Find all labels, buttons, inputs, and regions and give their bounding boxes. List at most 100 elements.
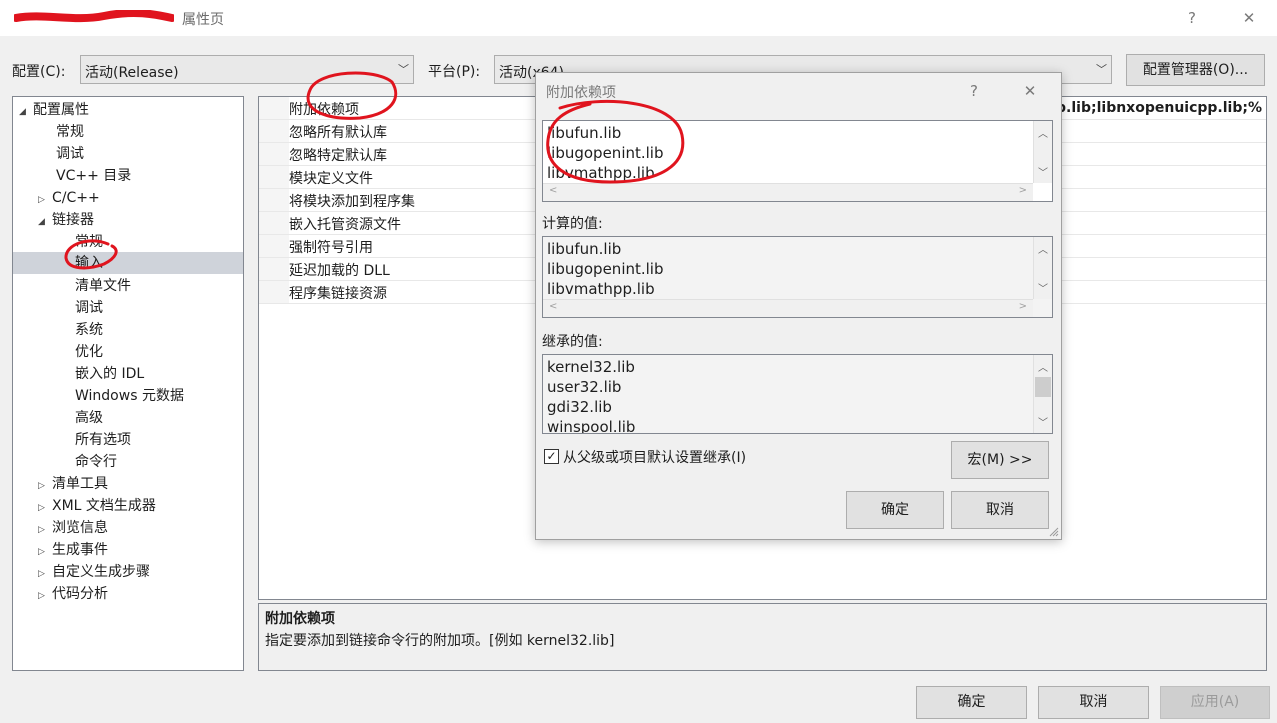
- grid-gutter: [259, 97, 289, 119]
- property-tree[interactable]: ◢ 配置属性 常规 调试 VC++ 目录 ▷ C/C++ ◢ 链接器 常规 输入 清单…: [12, 96, 244, 671]
- grid-gutter: [259, 258, 289, 280]
- scroll-up-icon[interactable]: ︿: [1034, 359, 1052, 374]
- dialog-cancel-button[interactable]: 取消: [951, 491, 1049, 529]
- chevron-down-icon: ﹀: [398, 63, 409, 76]
- chevron-down-icon: ﹀: [1096, 63, 1107, 76]
- vertical-scrollbar[interactable]: ︿ ﹀: [1033, 121, 1052, 183]
- tree-item-browse-info[interactable]: ▷ 浏览信息: [38, 517, 108, 539]
- collapsed-icon[interactable]: ▷: [38, 541, 52, 563]
- tree-item-general[interactable]: 常规: [56, 121, 84, 143]
- collapsed-icon[interactable]: ▷: [38, 497, 52, 519]
- inherited-line: winspool.lib: [547, 418, 636, 434]
- tree-item-custom-build-step[interactable]: ▷ 自定义生成步骤: [38, 561, 150, 583]
- dialog-ok-button[interactable]: 确定: [846, 491, 944, 529]
- edit-line[interactable]: libvmathpp.lib: [547, 164, 655, 182]
- dialog-title: 附加依赖项: [546, 85, 616, 101]
- horizontal-scrollbar[interactable]: < >: [543, 183, 1033, 201]
- scroll-right-icon[interactable]: >: [1019, 185, 1027, 196]
- config-select[interactable]: 活动(Release) ﹀: [80, 55, 414, 84]
- description-title: 附加依赖项: [265, 611, 335, 627]
- tree-item-linker-debugging[interactable]: 调试: [75, 297, 103, 319]
- inherited-line: kernel32.lib: [547, 358, 635, 376]
- macro-button[interactable]: 宏(M) >>: [951, 441, 1049, 479]
- tree-item-code-analysis[interactable]: ▷ 代码分析: [38, 583, 108, 605]
- scroll-down-icon[interactable]: ﹀: [1034, 164, 1052, 179]
- collapsed-icon[interactable]: ▷: [38, 563, 52, 585]
- inherited-line: gdi32.lib: [547, 398, 612, 416]
- additional-dependencies-dialog: 附加依赖项 ? ✕ libufun.lib libugopenint.lib l…: [535, 72, 1062, 540]
- computed-line: libugopenint.lib: [547, 260, 664, 278]
- grid-row-name: 忽略特定默认库: [289, 148, 387, 164]
- platform-label: 平台(P):: [428, 64, 481, 80]
- computed-values-label: 计算的值:: [542, 216, 603, 232]
- scroll-left-icon[interactable]: <: [549, 185, 557, 196]
- scroll-right-icon[interactable]: >: [1019, 301, 1027, 312]
- tree-item-debugging[interactable]: 调试: [56, 143, 84, 165]
- tree-item-linker[interactable]: ◢ 链接器: [38, 209, 94, 231]
- scroll-down-icon[interactable]: ﹀: [1034, 414, 1052, 429]
- tree-item-system[interactable]: 系统: [75, 319, 103, 341]
- tree-item-xml-doc[interactable]: ▷ XML 文档生成器: [38, 495, 156, 517]
- help-icon[interactable]: ?: [1177, 6, 1207, 30]
- expanded-icon[interactable]: ◢: [19, 101, 33, 123]
- help-icon[interactable]: ?: [960, 79, 988, 103]
- close-icon[interactable]: ✕: [1234, 6, 1264, 30]
- tree-item-windows-metadata[interactable]: Windows 元数据: [75, 385, 184, 407]
- computed-line: libufun.lib: [547, 240, 622, 258]
- tree-item-manifest-tool[interactable]: ▷ 清单工具: [38, 473, 108, 495]
- resize-grip-icon[interactable]: [1049, 527, 1059, 537]
- collapsed-icon[interactable]: ▷: [38, 475, 52, 497]
- grid-gutter: [259, 166, 289, 188]
- grid-row-name: 嵌入托管资源文件: [289, 217, 401, 233]
- edit-line[interactable]: libugopenint.lib: [547, 144, 664, 162]
- tree-item-linker-general[interactable]: 常规: [75, 231, 103, 253]
- grid-row-name: 模块定义文件: [289, 171, 373, 187]
- edit-line[interactable]: libufun.lib: [547, 124, 621, 142]
- scroll-down-icon[interactable]: ﹀: [1034, 280, 1052, 295]
- grid-row-name: 将模块添加到程序集: [289, 194, 415, 210]
- tree-item-linker-input[interactable]: 输入: [13, 252, 243, 274]
- inherit-checkbox[interactable]: ✓: [544, 449, 559, 464]
- grid-row-name: 忽略所有默认库: [289, 125, 387, 141]
- check-icon: ✓: [546, 449, 557, 463]
- tree-item-cpp[interactable]: ▷ C/C++: [38, 187, 100, 209]
- config-select-value: 活动(Release): [85, 65, 179, 81]
- apply-button[interactable]: 应用(A): [1160, 686, 1270, 719]
- vertical-scrollbar[interactable]: ︿ ﹀: [1033, 355, 1052, 433]
- ok-button[interactable]: 确定: [916, 686, 1027, 719]
- tree-item-config-properties[interactable]: ◢ 配置属性: [19, 99, 89, 121]
- grid-gutter: [259, 189, 289, 211]
- config-manager-button[interactable]: 配置管理器(O)...: [1126, 54, 1265, 86]
- grid-row-name: 延迟加载的 DLL: [289, 263, 390, 279]
- computed-values-box[interactable]: libufun.lib libugopenint.lib libvmathpp.…: [542, 236, 1053, 318]
- inherited-values-box[interactable]: kernel32.lib user32.lib gdi32.lib winspo…: [542, 354, 1053, 434]
- tree-item-manifest-file[interactable]: 清单文件: [75, 275, 131, 297]
- grid-row-name: 附加依赖项: [289, 102, 359, 118]
- collapsed-icon[interactable]: ▷: [38, 189, 52, 211]
- vertical-scrollbar[interactable]: ︿ ﹀: [1033, 237, 1052, 299]
- expanded-icon[interactable]: ◢: [38, 211, 52, 233]
- tree-item-embedded-idl[interactable]: 嵌入的 IDL: [75, 363, 144, 385]
- inherited-line: user32.lib: [547, 378, 622, 396]
- tree-item-optimization[interactable]: 优化: [75, 341, 103, 363]
- grid-gutter: [259, 120, 289, 142]
- collapsed-icon[interactable]: ▷: [38, 585, 52, 607]
- tree-item-vc-directories[interactable]: VC++ 目录: [56, 165, 131, 187]
- scroll-up-icon[interactable]: ︿: [1034, 125, 1052, 140]
- horizontal-scrollbar[interactable]: < >: [543, 299, 1033, 317]
- tree-item-advanced[interactable]: 高级: [75, 407, 103, 429]
- inherit-checkbox-label[interactable]: 从父级或项目默认设置继承(I): [563, 447, 746, 467]
- grid-row-value[interactable]: cpp.lib;libnxopenuicpp.lib;%: [1038, 100, 1262, 116]
- dependencies-edit-box[interactable]: libufun.lib libugopenint.lib libvmathpp.…: [542, 120, 1053, 202]
- scroll-left-icon[interactable]: <: [549, 301, 557, 312]
- close-icon[interactable]: ✕: [1016, 79, 1044, 103]
- tree-item-build-events[interactable]: ▷ 生成事件: [38, 539, 108, 561]
- grid-row-name: 程序集链接资源: [289, 286, 387, 302]
- tree-item-all-options[interactable]: 所有选项: [75, 429, 131, 451]
- collapsed-icon[interactable]: ▷: [38, 519, 52, 541]
- scroll-up-icon[interactable]: ︿: [1034, 241, 1052, 256]
- description-panel: 附加依赖项 指定要添加到链接命令行的附加项。[例如 kernel32.lib]: [258, 603, 1267, 671]
- scrollbar-thumb[interactable]: [1035, 377, 1051, 397]
- tree-item-command-line[interactable]: 命令行: [75, 451, 117, 473]
- cancel-button[interactable]: 取消: [1038, 686, 1149, 719]
